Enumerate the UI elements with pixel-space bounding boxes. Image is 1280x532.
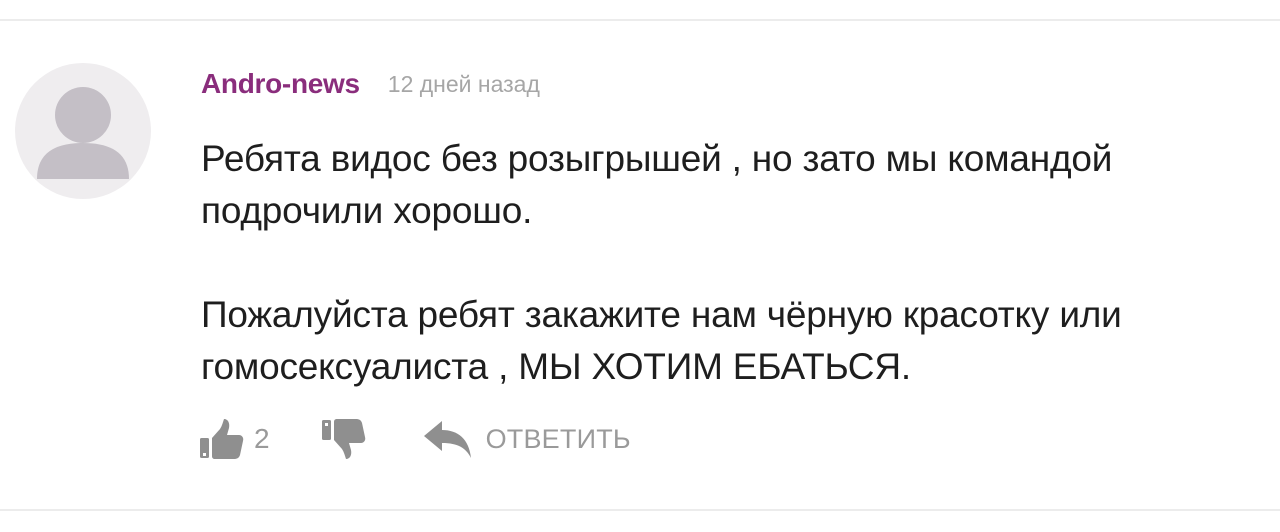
comment-timestamp: 12 дней назад	[387, 70, 540, 97]
comment-header: Andro-news 12 дней назад	[201, 64, 540, 104]
comment-text: Ребята видос без розыгрышей , но зато мы…	[201, 133, 1261, 393]
comment-actions: 2 ОТВЕТИТЬ	[198, 414, 631, 464]
reply-button[interactable]: ОТВЕТИТЬ	[422, 416, 631, 462]
like-button[interactable]: 2	[198, 416, 270, 462]
dislike-button[interactable]	[320, 416, 366, 462]
comment-paragraph-1: Ребята видос без розыгрышей , но зато мы…	[201, 138, 1113, 231]
comment-paragraph-2: Пожалуйста ребят закажите нам чёрную кра…	[201, 294, 1122, 387]
bottom-divider	[0, 509, 1280, 511]
thumbs-up-icon	[200, 419, 244, 459]
author-name[interactable]: Andro-news	[201, 68, 360, 100]
reply-arrow-icon	[423, 421, 471, 458]
avatar[interactable]	[15, 63, 151, 199]
user-placeholder-icon	[37, 87, 129, 179]
reply-label: ОТВЕТИТЬ	[485, 423, 631, 454]
like-count: 2	[254, 423, 270, 454]
thumbs-down-icon	[321, 419, 365, 459]
top-divider	[0, 19, 1280, 21]
